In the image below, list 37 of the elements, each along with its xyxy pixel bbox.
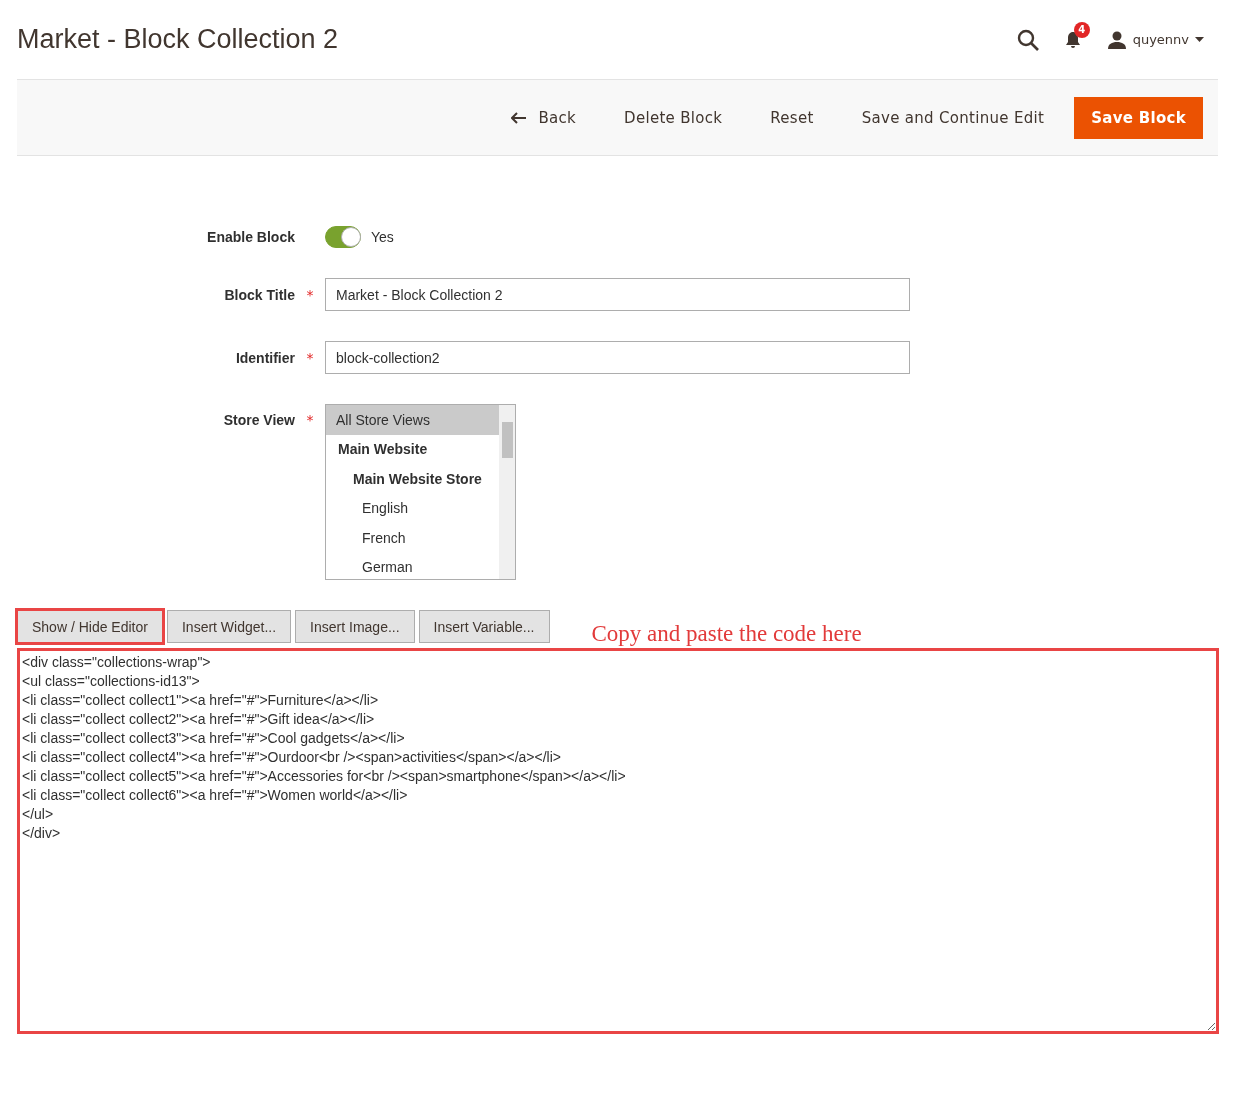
caret-icon[interactable] <box>1195 36 1204 43</box>
action-button[interactable]: Reset <box>746 96 838 139</box>
scrollbar[interactable] <box>499 405 515 579</box>
store-view-list[interactable]: All Store Views Main Website Main Website Store English French German <box>325 404 516 580</box>
action-button[interactable]: Delete Block <box>600 96 747 139</box>
notification-count: 4 <box>1073 21 1090 38</box>
toggle-switch[interactable] <box>325 226 361 248</box>
search-icon[interactable] <box>1016 28 1039 51</box>
list-option[interactable]: All Store Views <box>326 405 499 435</box>
required-mark: * <box>305 349 315 366</box>
input-field[interactable]: block-collection2 <box>325 341 910 374</box>
editor-button[interactable]: Insert Image... <box>295 610 415 643</box>
required-mark: * <box>305 412 315 428</box>
arrow-left-icon <box>511 111 527 124</box>
list-option[interactable]: Main Website Store <box>326 464 499 494</box>
back-button[interactable]: Back <box>487 96 601 139</box>
field-label: Enable Block <box>206 229 295 245</box>
list-option[interactable]: French <box>326 523 499 553</box>
toggle-label: Yes <box>371 229 394 245</box>
user-icon[interactable] <box>1106 30 1127 49</box>
field-label: Block Title <box>223 286 295 303</box>
input-field[interactable]: Market - Block Collection 2 <box>325 278 910 311</box>
editor-button[interactable]: Insert Variable... <box>418 610 550 643</box>
list-option[interactable]: German <box>326 552 499 579</box>
list-option[interactable]: Main Website <box>326 434 499 464</box>
field-label: Identifier <box>234 349 295 366</box>
action-button[interactable]: Save and Continue Edit <box>837 96 1069 139</box>
code-editor[interactable]: <div class="collections-wrap"> <ul class="collections-id13"> <li class="collect collect1"><a href="#">Furniture</a></li> <li class="collect collect2"><a href="#">Gift idea</a></li> <li class="collect collect3"><a href="#">Cool gadgets</a></li> <li class="collect collect4"><a href="#">Ourdoor<br /><span>activities</span></a></li> <li class="collect collect5"><a href="#">Accessories for<br /><span>smartphone</span></a></li> <li class="collect collect6"><a href="#">Women world</a></li> </ul> </div> <box>17 648 1219 1034</box>
required-mark: * <box>305 286 315 303</box>
field-label: Store View <box>222 412 295 428</box>
list-option[interactable]: English <box>326 493 499 523</box>
save-button[interactable]: Save Block <box>1074 96 1203 139</box>
editor-button[interactable]: Show / Hide Editor <box>17 610 163 643</box>
user-name[interactable]: quyennv <box>1132 32 1189 47</box>
annotation-text: Copy and paste the code here <box>591 621 862 647</box>
page-title: Market - Block Collection 2 <box>17 24 340 55</box>
editor-button[interactable]: Insert Widget... <box>166 610 292 643</box>
